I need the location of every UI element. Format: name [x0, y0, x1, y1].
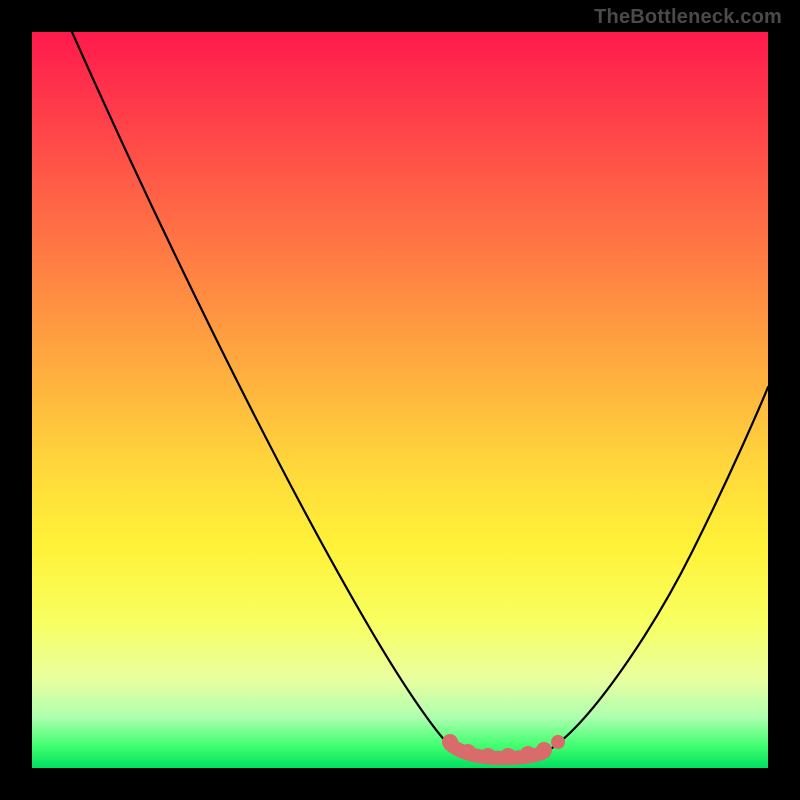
bottleneck-curve-right	[552, 387, 768, 748]
plot-area	[32, 32, 768, 768]
bottleneck-curve-left	[72, 32, 452, 748]
optimal-range-highlight	[442, 734, 565, 764]
chart-frame: TheBottleneck.com	[0, 0, 800, 800]
attribution-text: TheBottleneck.com	[594, 6, 782, 29]
curve-layer	[32, 32, 768, 768]
